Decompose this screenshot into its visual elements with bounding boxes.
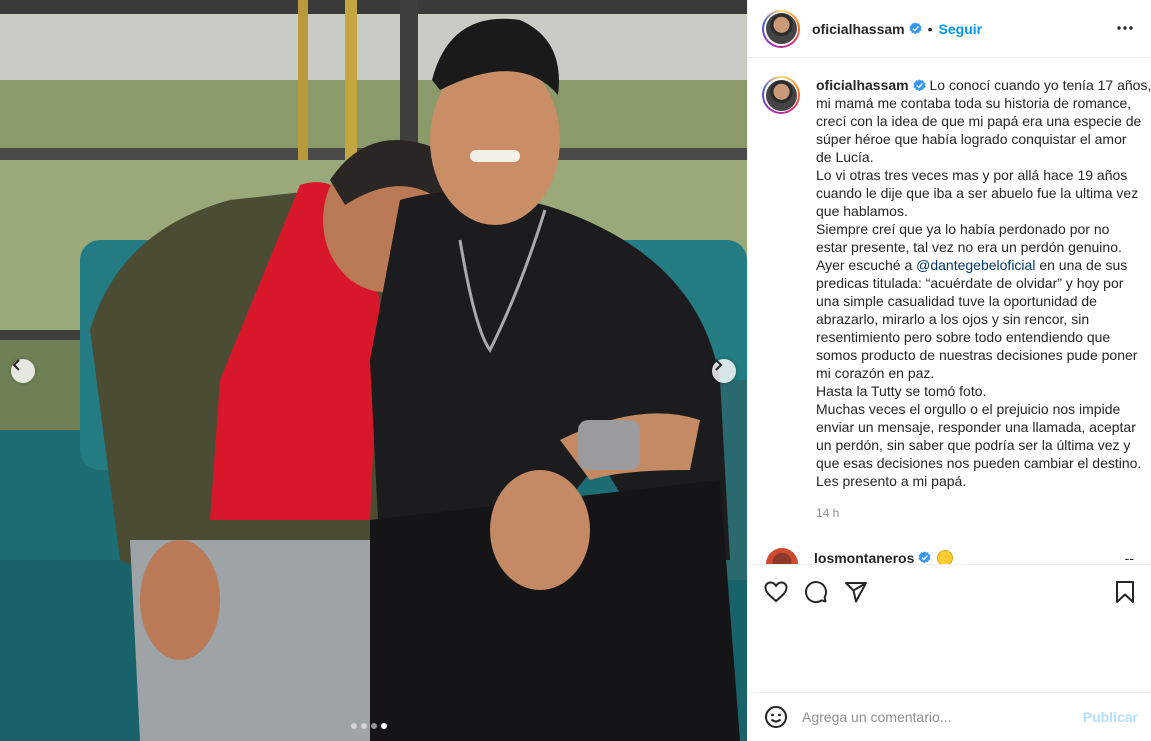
caption-line: enviar un mensaje, responder una llamada… — [816, 419, 1136, 435]
post-header: oficialhassam • Seguir — [748, 0, 1151, 58]
caption-line-text: en una de sus — [1035, 257, 1128, 273]
header-separator: • — [927, 20, 933, 37]
caption-line-text: Ayer escuché a — [816, 257, 913, 273]
follow-button[interactable]: Seguir — [939, 21, 983, 37]
share-icon — [845, 581, 867, 602]
caption-username[interactable]: oficialhassam — [816, 77, 909, 93]
caption-line: súper héroe que había logrado conquistar… — [816, 131, 1127, 147]
caption-line: una simple casualidad tuve la oportunida… — [816, 293, 1097, 309]
commenter-avatar[interactable] — [766, 548, 798, 564]
avatar-frame — [764, 11, 798, 46]
post-details-pane: oficialhassam • Seguir oficialhassam Lo … — [747, 0, 1151, 741]
comment-trailing: -- — [1124, 550, 1134, 564]
caption-avatar[interactable] — [762, 76, 800, 114]
comment-button[interactable] — [804, 580, 828, 604]
more-options-icon[interactable] — [1116, 19, 1134, 37]
chevron-left-icon — [12, 359, 20, 371]
save-button[interactable] — [1114, 580, 1136, 604]
caption-line: Lo vi otras tres veces mas y por allá ha… — [816, 167, 1128, 183]
carousel-dot — [361, 723, 367, 729]
emoji-icon[interactable] — [764, 705, 788, 729]
verified-badge-icon — [918, 551, 932, 564]
comment-input[interactable] — [802, 709, 1072, 725]
commenter-username[interactable]: losmontaneros — [814, 550, 914, 564]
share-button[interactable] — [844, 580, 868, 604]
avatar-frame — [764, 78, 798, 112]
avatar[interactable] — [762, 9, 800, 48]
verified-badge-icon — [908, 22, 922, 35]
post-timestamp[interactable]: 14 h — [816, 504, 1138, 522]
caption-line: mi corazón en paz. — [816, 365, 935, 381]
photo-illustration — [0, 0, 747, 741]
publish-button[interactable]: Publicar — [1083, 709, 1138, 725]
caption-line: que esas decisiones nos pueden cambiar e… — [816, 455, 1142, 471]
caption-line: Hasta la Tutty se tomó foto. — [816, 383, 987, 399]
caption-line: Ayer escuché a @dantegebeloficial en una… — [816, 256, 1138, 274]
caption-line: que hablamos. — [816, 203, 908, 219]
avatar-image — [765, 79, 797, 111]
like-button[interactable] — [764, 580, 788, 604]
post-photo[interactable] — [0, 0, 747, 741]
caption-line: Les presento a mi papá. — [816, 473, 967, 489]
comment-preview: losmontaneros -- — [766, 548, 1146, 564]
caption-text: oficialhassam Lo conocí cuando yo tenía … — [816, 76, 1151, 522]
chevron-right-icon — [715, 359, 723, 371]
caption-line: estar presente, tal vez no era un perdón… — [816, 239, 1122, 255]
caption-line: Muchas veces el orgullo o el prejuicio n… — [816, 401, 1121, 417]
verified-badge-icon — [912, 79, 926, 92]
caption-line: mi mamá me contaba toda su historia de r… — [816, 95, 1132, 111]
bookmark-icon — [1116, 580, 1134, 603]
mention-link[interactable]: @dantegebeloficial — [916, 257, 1035, 273]
carousel-dot — [351, 723, 357, 729]
caption-line: predicas titulada: “acuérdate de olvidar… — [816, 275, 1124, 291]
header-username[interactable]: oficialhassam — [812, 21, 905, 37]
carousel-dot-active — [381, 723, 387, 729]
caption-line: somos producto de nuestras decisiones pu… — [816, 347, 1138, 363]
caption-line: abrazarlo, mirarlo a los ojos y sin renc… — [816, 311, 1090, 327]
avatar-image — [765, 13, 797, 44]
carousel-next-button[interactable] — [712, 359, 736, 383]
caption-line: Siempre creí que ya lo había perdonado p… — [816, 221, 1110, 237]
caption-line: un perdón, sin saber que podría ser la ú… — [816, 437, 1131, 453]
caption-line: resentimiento pero sobre todo entendiend… — [816, 329, 1111, 345]
carousel-prev-button[interactable] — [11, 359, 35, 383]
emoji-icon — [937, 550, 954, 564]
carousel-indicator — [351, 723, 387, 729]
caption-line: cuando le dije que iba a ser abuelo fue … — [816, 185, 1139, 201]
comment-composer: Publicar — [748, 692, 1151, 741]
heart-icon — [764, 580, 788, 602]
caption-line: de Lucía. — [816, 149, 874, 165]
caption-line: oficialhassam Lo conocí cuando yo tenía … — [816, 76, 1151, 94]
carousel-dot — [371, 723, 377, 729]
comment-icon — [805, 580, 828, 603]
caption-line: crecí con la idea de que mi papá era una… — [816, 113, 1142, 129]
caption-line-text: Lo conocí cuando yo tenía 17 años, — [929, 77, 1151, 93]
action-bar — [748, 564, 1151, 618]
caption: oficialhassam Lo conocí cuando yo tenía … — [762, 76, 1151, 522]
